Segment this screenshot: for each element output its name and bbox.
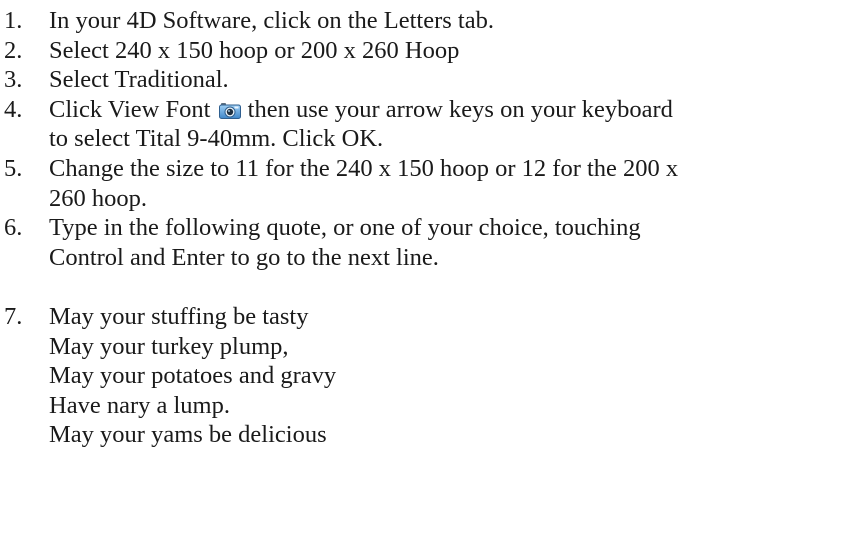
list-item-1: 1. In your 4D Software, click on the Let… bbox=[0, 6, 863, 36]
instruction-text: then use your arrow keys on your keyboar… bbox=[247, 95, 673, 123]
list-item-6: 6. Type in the following quote, or one o… bbox=[0, 213, 863, 272]
list-item-2: 2. Select 240 x 150 hoop or 200 x 260 Ho… bbox=[0, 36, 863, 66]
instruction-line: Click View Font then use your arrow keys… bbox=[49, 95, 863, 125]
list-number: 1. bbox=[4, 7, 23, 34]
instruction-line: Select 240 x 150 hoop or 200 x 260 Hoop bbox=[49, 36, 460, 64]
list-item-5: 5. Change the size to 11 for the 240 x 1… bbox=[0, 154, 863, 213]
instruction-line: Type in the following quote, or one of y… bbox=[49, 214, 641, 242]
instruction-line: Control and Enter to go to the next line… bbox=[49, 243, 439, 271]
instruction-line: to select Tital 9-40mm. Click OK. bbox=[49, 125, 384, 153]
list-item-4: 4. Click View Font then use your arrow k… bbox=[0, 95, 863, 154]
camera-icon bbox=[218, 97, 241, 119]
quote-line: May your stuffing be tasty bbox=[49, 302, 309, 330]
instruction-line: Change the size to 11 for the 240 x 150 … bbox=[49, 154, 679, 182]
quote-line: May your turkey plump, bbox=[49, 332, 289, 360]
instruction-document: 1. In your 4D Software, click on the Let… bbox=[0, 6, 863, 450]
quote-line: May your potatoes and gravy bbox=[49, 362, 337, 390]
instruction-line: Select Traditional. bbox=[49, 66, 229, 94]
quote-line: May your yams be delicious bbox=[49, 421, 327, 449]
quote-line: Have nary a lump. bbox=[49, 391, 230, 419]
instruction-line: 260 hoop. bbox=[49, 184, 147, 212]
list-number: 5. bbox=[4, 154, 23, 182]
instruction-line: In your 4D Software, click on the Letter… bbox=[49, 7, 494, 34]
list-item-3: 3. Select Traditional. bbox=[0, 65, 863, 95]
list-item-7: 7. May your stuffing be tasty May your t… bbox=[0, 302, 863, 450]
list-number: 4. bbox=[4, 95, 23, 123]
list-number: 7. bbox=[4, 302, 23, 330]
instruction-text: Click View Font bbox=[49, 95, 211, 123]
list-number: 3. bbox=[4, 66, 23, 94]
list-number: 2. bbox=[4, 36, 23, 64]
list-number: 6. bbox=[4, 214, 23, 242]
